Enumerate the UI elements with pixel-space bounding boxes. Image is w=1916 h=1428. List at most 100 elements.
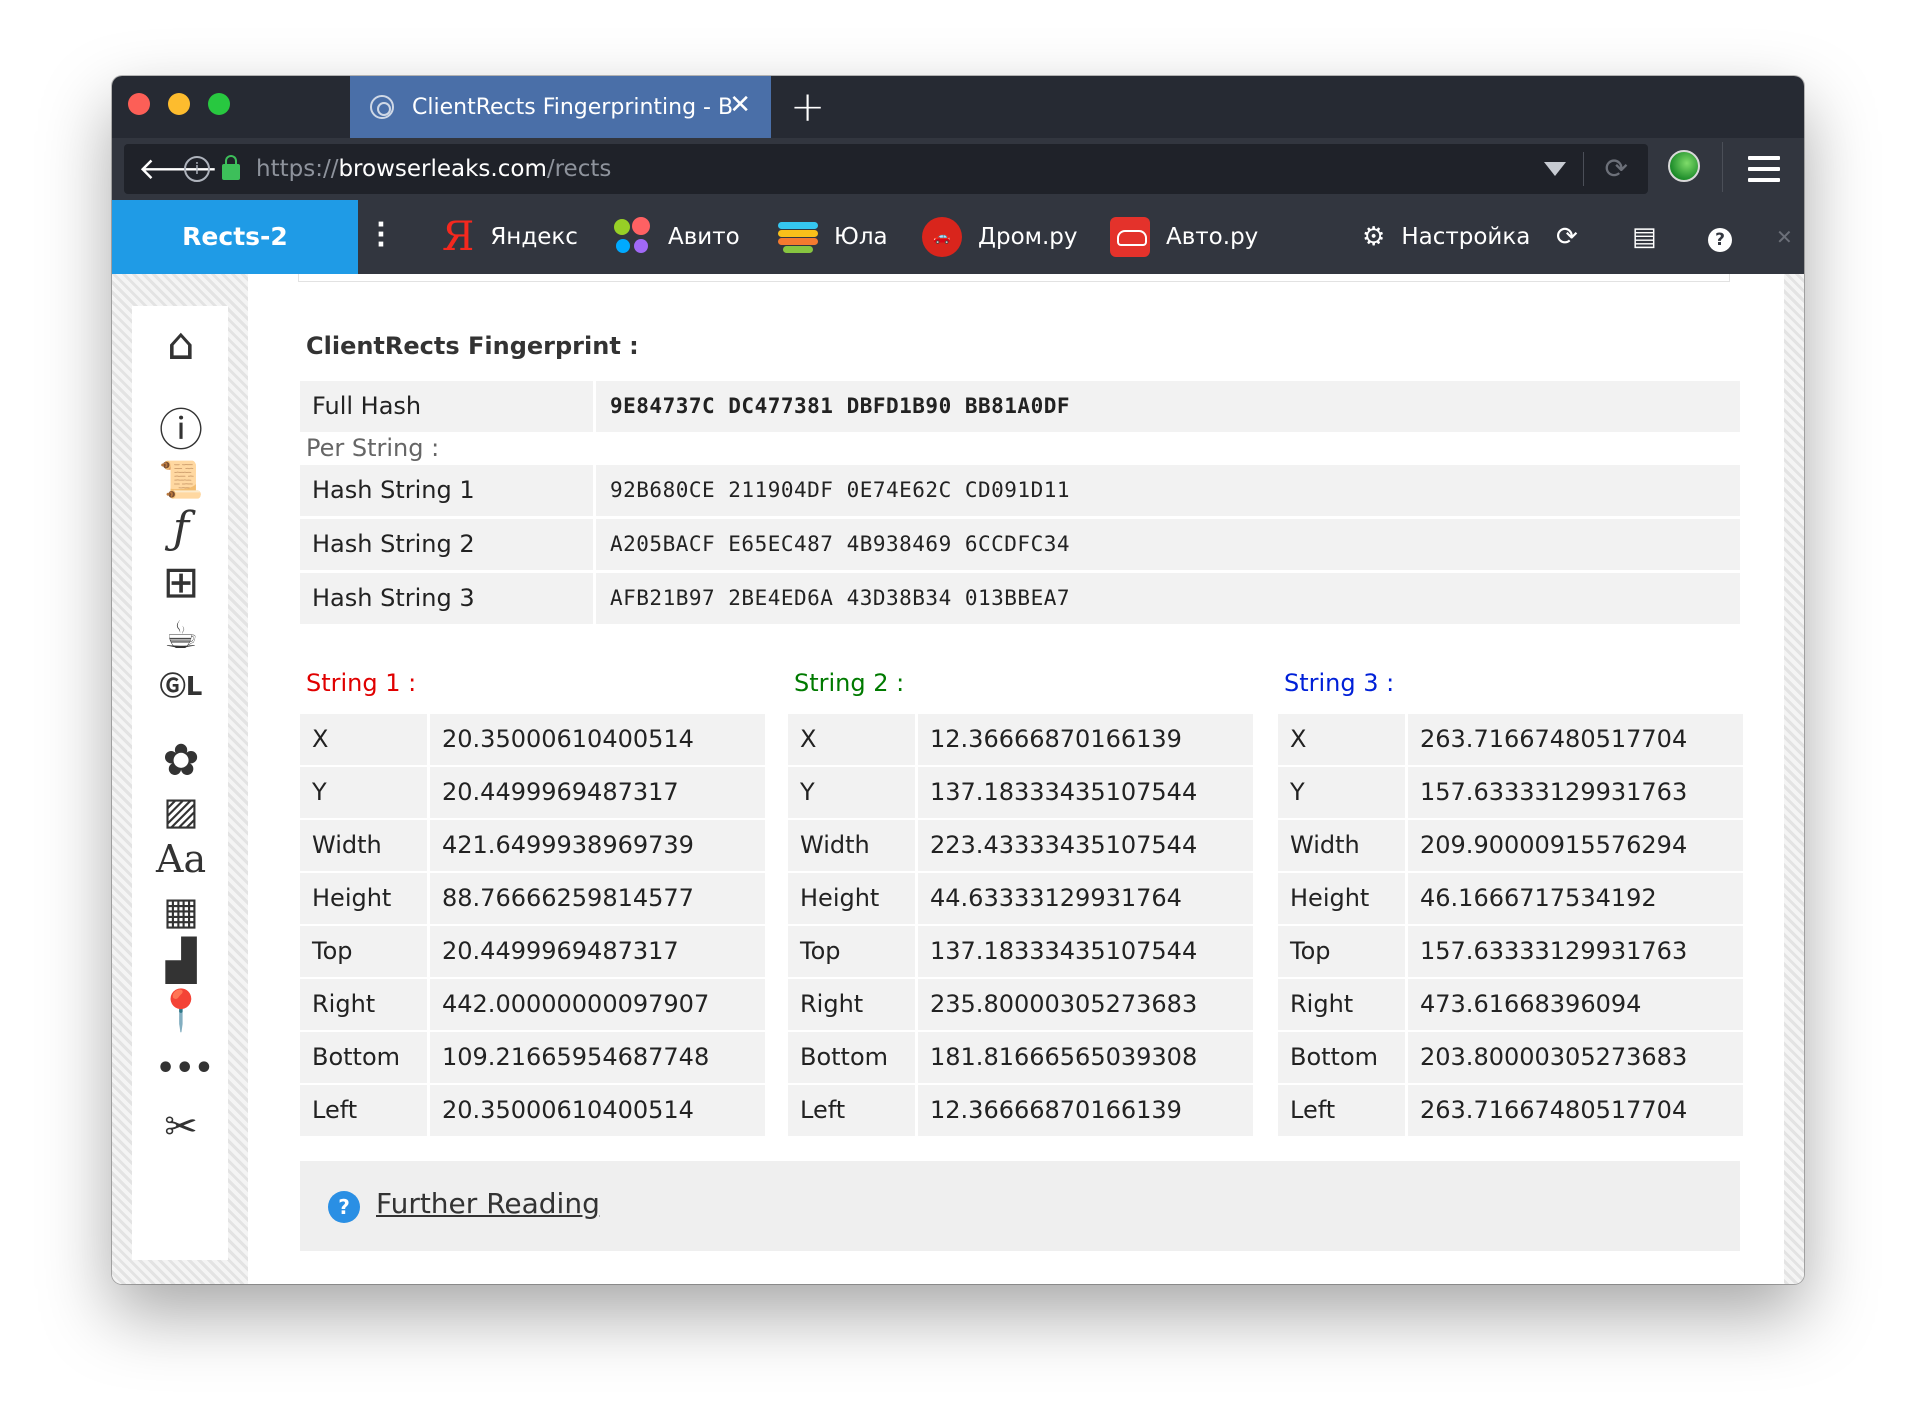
- minimize-window-button[interactable]: [168, 93, 190, 115]
- bookmark-avito[interactable]: Авито: [612, 200, 740, 274]
- rect-value: 20.35000610400514: [442, 1096, 694, 1124]
- rect-row: Right 473.61668396094: [1278, 979, 1743, 1030]
- string-2-title: String 2 :: [794, 669, 905, 697]
- canvas-icon[interactable]: ✿: [156, 736, 206, 786]
- hash-string-label: Hash String 3: [300, 573, 596, 624]
- url-text[interactable]: https://browserleaks.com/rects: [256, 156, 611, 182]
- maximize-window-button[interactable]: [208, 93, 230, 115]
- more-icon[interactable]: •••: [156, 1044, 214, 1094]
- hash-string-value: 92B680CE 211904DF 0E74E62C CD091D11: [610, 478, 1071, 502]
- title-bar: ClientRects Fingerprinting - B ✕ +: [112, 76, 1804, 138]
- info-icon[interactable]: ⓘ: [156, 406, 206, 456]
- per-string-label: Per String :: [306, 434, 440, 462]
- settings-button[interactable]: ⚙ Настройка: [1362, 200, 1530, 274]
- rect-value: 181.81666565039308: [930, 1043, 1198, 1071]
- url-host: browserleaks.com: [338, 156, 547, 182]
- browser-window: ClientRects Fingerprinting - B ✕ + 🡐 i h…: [112, 76, 1804, 1284]
- section-title: ClientRects Fingerprint :: [306, 332, 639, 360]
- back-arrow-icon[interactable]: 🡐: [138, 151, 218, 187]
- rect-value: 421.6499938969739: [442, 831, 694, 859]
- bookmark-drom[interactable]: 🚗 Дром.ру: [922, 200, 1078, 274]
- rect-key: Height: [788, 873, 918, 924]
- webgl-icon[interactable]: ⒼL: [156, 662, 206, 712]
- bookmark-autoru[interactable]: Авто.ру: [1110, 200, 1258, 274]
- rect-row: Left 20.35000610400514: [300, 1085, 765, 1136]
- hash-string-label: Hash String 2: [300, 519, 596, 570]
- firewall-icon[interactable]: ▦: [156, 886, 206, 936]
- rect-row: Width 209.90000915576294: [1278, 820, 1743, 871]
- windows-icon[interactable]: ⊞: [156, 558, 206, 608]
- url-dropdown-icon[interactable]: [1544, 162, 1566, 176]
- rect-row: Left 263.71667480517704: [1278, 1085, 1743, 1136]
- location-icon[interactable]: 📍: [156, 986, 206, 1036]
- rect-key: Height: [1278, 873, 1408, 924]
- rect-row: Bottom 203.80000305273683: [1278, 1032, 1743, 1083]
- javascript-icon[interactable]: 📜: [156, 456, 206, 506]
- bookmark-label: Юла: [834, 224, 888, 250]
- reload-icon[interactable]: ⟳: [1605, 152, 1628, 185]
- rect-row: Height 46.1666717534192: [1278, 873, 1743, 924]
- fingerprint-icon: [370, 95, 394, 119]
- rect-key: Y: [788, 767, 918, 818]
- close-toolbar-icon[interactable]: ✕: [1776, 200, 1793, 274]
- image-icon[interactable]: ▨: [156, 786, 206, 836]
- bookmark-label: Авито: [668, 224, 740, 250]
- rect-row: Top 20.4499969487317: [300, 926, 765, 977]
- tools-icon[interactable]: ✂: [156, 1102, 206, 1152]
- extension-globe-icon[interactable]: [1668, 150, 1700, 182]
- lock-icon[interactable]: [222, 155, 240, 180]
- rect-value: 209.90000915576294: [1420, 831, 1688, 859]
- flash-icon[interactable]: ƒ: [156, 504, 206, 554]
- rect-row: Right 442.00000000097907: [300, 979, 765, 1030]
- full-hash-value: 9E84737C DC477381 DBFD1B90 BB81A0DF: [610, 394, 1071, 418]
- menu-icon[interactable]: [1748, 156, 1780, 189]
- rect-key: Height: [300, 873, 430, 924]
- rect-value: 137.18333435107544: [930, 778, 1198, 806]
- rect-value: 203.80000305273683: [1420, 1043, 1688, 1071]
- rect-key: Top: [300, 926, 430, 977]
- rect-value: 157.63333129931763: [1420, 778, 1688, 806]
- rect-value: 235.80000305273683: [930, 990, 1198, 1018]
- fonts-icon[interactable]: Aa: [156, 834, 206, 884]
- refresh-icon[interactable]: ⟳: [1556, 200, 1578, 274]
- url-bar[interactable]: 🡐 i https://browserleaks.com/rects ⟳: [124, 144, 1648, 194]
- rect-row: Y 157.63333129931763: [1278, 767, 1743, 818]
- close-tab-icon[interactable]: ✕: [729, 90, 751, 120]
- hash-string-row: Hash String 3 AFB21B97 2BE4ED6A 43D38B34…: [300, 573, 1740, 624]
- bookmark-yandex[interactable]: Я Яндекс: [442, 200, 578, 274]
- stairs-icon[interactable]: ▟: [156, 936, 206, 986]
- new-tab-button[interactable]: +: [790, 82, 825, 131]
- rect-key: Right: [1278, 979, 1408, 1030]
- rect-value: 46.1666717534192: [1420, 884, 1657, 912]
- rect-key: Left: [788, 1085, 918, 1136]
- rect-key: Width: [300, 820, 430, 871]
- java-icon[interactable]: ☕: [156, 610, 206, 660]
- rect-value: 473.61668396094: [1420, 990, 1642, 1018]
- rect-value: 442.00000000097907: [442, 990, 710, 1018]
- hash-string-label: Hash String 1: [300, 465, 596, 516]
- rect-row: Left 12.36666870166139: [788, 1085, 1253, 1136]
- info-icon[interactable]: i: [184, 156, 210, 182]
- avito-icon: [612, 217, 652, 257]
- rect-row: X 12.36666870166139: [788, 714, 1253, 765]
- bookmark-yula[interactable]: Юла: [778, 200, 888, 274]
- rect-key: Left: [1278, 1085, 1408, 1136]
- rect-key: Width: [788, 820, 918, 871]
- rect-row: Width 421.6499938969739: [300, 820, 765, 871]
- list-icon[interactable]: ▤: [1632, 200, 1657, 274]
- rects-2-button[interactable]: Rects-2: [112, 200, 358, 274]
- more-vertical-icon[interactable]: · · ·: [376, 212, 386, 258]
- help-icon[interactable]: ?: [1708, 200, 1732, 274]
- home-icon[interactable]: ⌂: [156, 320, 206, 370]
- tab-title: ClientRects Fingerprinting - B: [412, 94, 732, 120]
- rect-row: X 20.35000610400514: [300, 714, 765, 765]
- further-reading-link[interactable]: Further Reading: [376, 1187, 600, 1220]
- close-window-button[interactable]: [128, 93, 150, 115]
- rect-value: 20.4499969487317: [442, 778, 679, 806]
- rect-value: 12.36666870166139: [930, 725, 1182, 753]
- rect-key: Right: [300, 979, 430, 1030]
- rect-key: Y: [1278, 767, 1408, 818]
- bookmarks-toolbar: Rects-2 · · · Я Яндекс Авито Юла 🚗 Дром.…: [112, 200, 1804, 274]
- hash-string-row: Hash String 1 92B680CE 211904DF 0E74E62C…: [300, 465, 1740, 516]
- active-tab[interactable]: ClientRects Fingerprinting - B ✕: [350, 76, 771, 138]
